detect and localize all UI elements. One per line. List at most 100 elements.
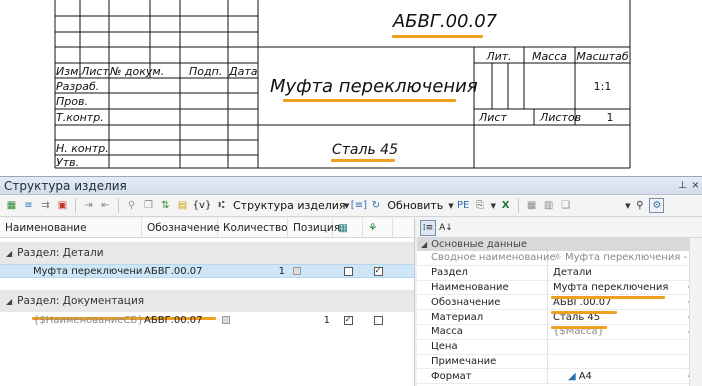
pin-icon[interactable]: ⊥ bbox=[676, 180, 689, 191]
lock-icon bbox=[222, 316, 230, 324]
properties-scrollbar[interactable] bbox=[689, 238, 702, 386]
property-row[interactable]: Наименование Муфта переключения✓ bbox=[417, 280, 702, 296]
property-name: Наименование bbox=[417, 280, 548, 295]
scale-value: 1:1 bbox=[593, 80, 612, 93]
report-icon[interactable]: PE bbox=[456, 198, 471, 213]
drawing-part-name: Муфта переключения bbox=[270, 76, 478, 97]
header-izm: Изм. bbox=[56, 65, 82, 78]
indent-icon[interactable]: ⇥ bbox=[81, 198, 96, 213]
outdent-icon[interactable]: ⇤ bbox=[98, 198, 113, 213]
row-quantity[interactable] bbox=[218, 313, 288, 327]
move-icon[interactable]: ⇉ bbox=[38, 198, 53, 213]
mass-label: Масса bbox=[531, 50, 568, 63]
table-row[interactable]: Муфта переключения ✓ АБВГ.00.07 ✓ 1 ✓ bbox=[0, 264, 414, 278]
structure-view-select[interactable]: Структура изделия bbox=[231, 199, 346, 212]
columns-icon[interactable]: ▥ bbox=[541, 198, 556, 213]
column-header-tree-icon[interactable]: ⚘ bbox=[363, 218, 393, 237]
row-name-text: Муфта переключения bbox=[33, 265, 142, 277]
collapse-icon[interactable]: ◢ bbox=[6, 249, 12, 258]
grid-icon[interactable]: ▦ bbox=[524, 198, 539, 213]
collapse-icon[interactable]: ◢ bbox=[6, 297, 12, 306]
property-row[interactable]: Цена bbox=[417, 339, 702, 355]
chevron-down-icon[interactable]: ▼ bbox=[448, 202, 453, 210]
property-name: Примечание bbox=[417, 354, 548, 369]
property-value[interactable]: ☼ Муфта переключения - / bbox=[548, 251, 702, 265]
layers-icon[interactable]: ❏ bbox=[558, 198, 573, 213]
chevron-down-icon[interactable]: ▼ bbox=[491, 202, 496, 210]
property-row[interactable]: Формат ◢A4✓ bbox=[417, 369, 702, 385]
row-designation-text: АБВГ.00.07 bbox=[144, 265, 203, 277]
close-icon[interactable]: × bbox=[689, 180, 702, 191]
material-value-highlight bbox=[551, 326, 607, 329]
property-name: Обозначение bbox=[417, 295, 548, 310]
sheets-label: Листов bbox=[540, 111, 582, 124]
toolbar-separator bbox=[118, 198, 119, 213]
settings-icon[interactable]: ⚙ bbox=[649, 198, 665, 213]
row-name-text: {$НаименованиеСБ} bbox=[33, 314, 142, 326]
material-highlight bbox=[331, 159, 395, 162]
refresh-button[interactable]: Обновить bbox=[385, 199, 445, 212]
row-position[interactable] bbox=[288, 265, 333, 277]
checkbox-unchecked[interactable] bbox=[343, 266, 353, 276]
row-quantity[interactable]: 1 bbox=[218, 265, 288, 277]
copy-icon[interactable]: ❐ bbox=[141, 198, 156, 213]
link-icon[interactable]: ⚲ bbox=[124, 198, 139, 213]
properties-toolbar: ⁞≡ A↓ bbox=[417, 218, 702, 238]
variables-icon[interactable]: {v} bbox=[192, 198, 212, 213]
insert-row-icon[interactable]: ≡ bbox=[21, 198, 36, 213]
group-documentation[interactable]: ◢ Раздел: Документация bbox=[0, 290, 414, 312]
excel-icon[interactable]: X bbox=[498, 198, 513, 213]
checkbox-unchecked[interactable] bbox=[373, 315, 383, 325]
column-header-designation[interactable]: Обозначение bbox=[142, 218, 220, 237]
toolbar-separator bbox=[518, 198, 520, 213]
column-header-position[interactable]: Позиция bbox=[288, 218, 340, 237]
role-checker: Пров. bbox=[56, 95, 88, 108]
property-name: Материал bbox=[417, 310, 548, 324]
column-header-spec-icon[interactable]: ▦ bbox=[333, 218, 363, 237]
panel-title: Структура изделия bbox=[4, 178, 127, 193]
table-view-icon[interactable]: [≡] bbox=[351, 198, 367, 213]
row-position[interactable]: 1 bbox=[288, 313, 333, 327]
chevron-down-icon[interactable]: ▼ bbox=[344, 202, 349, 210]
property-value[interactable]: Детали bbox=[548, 266, 702, 280]
delete-icon[interactable]: ▣ bbox=[55, 198, 70, 213]
structure-icon[interactable]: ⑆ bbox=[214, 198, 229, 213]
property-name: Сводное наименование bbox=[417, 251, 556, 265]
header-doc: № докум. bbox=[110, 65, 165, 78]
property-row[interactable]: Примечание bbox=[417, 354, 702, 370]
export-icon[interactable]: ⎘ bbox=[473, 198, 488, 213]
column-header-quantity[interactable]: Количество bbox=[218, 218, 288, 237]
chevron-down-icon[interactable]: ▼ bbox=[625, 202, 630, 210]
row-checkbox-1[interactable] bbox=[333, 265, 363, 277]
property-name: Формат bbox=[417, 369, 548, 384]
property-value[interactable] bbox=[548, 340, 702, 354]
column-header-name[interactable]: Наименование bbox=[0, 218, 142, 237]
table-row[interactable]: {$НаименованиеСБ} ✓ АБВГ.00.07 ✓ 1 ✓ bbox=[0, 313, 414, 327]
property-row[interactable]: Раздел Детали bbox=[417, 265, 702, 281]
designation-highlight bbox=[392, 35, 483, 38]
property-row[interactable]: Сводное наименование ☼ Муфта переключения… bbox=[417, 251, 702, 266]
property-value[interactable] bbox=[548, 355, 702, 369]
sort-az-icon[interactable]: A↓ bbox=[438, 220, 454, 236]
row-checkbox-2[interactable]: ✓ bbox=[363, 265, 393, 277]
designation-value-highlight bbox=[551, 311, 617, 314]
name-value-highlight bbox=[551, 296, 665, 299]
group-details[interactable]: ◢ Раздел: Детали bbox=[0, 242, 414, 264]
row-name: {$НаименованиеСБ} ✓ bbox=[0, 313, 142, 327]
row-checkbox-1[interactable]: ✓ bbox=[333, 313, 363, 327]
checkbox-checked[interactable]: ✓ bbox=[373, 266, 383, 276]
search-icon[interactable]: ⚲ bbox=[632, 198, 647, 213]
add-object-icon[interactable]: ▦ bbox=[4, 198, 19, 213]
property-value[interactable]: ◢A4✓ bbox=[548, 369, 702, 383]
checkbox-checked[interactable]: ✓ bbox=[343, 315, 353, 325]
categorized-view-icon[interactable]: ⁞≡ bbox=[420, 219, 436, 236]
properties-section[interactable]: ◢ Основные данные bbox=[417, 238, 702, 251]
property-value[interactable]: Муфта переключения✓ bbox=[548, 281, 702, 295]
row-checkbox-2[interactable] bbox=[363, 313, 393, 327]
collapse-icon[interactable]: ◢ bbox=[421, 240, 427, 249]
sort-icon[interactable]: ⇅ bbox=[158, 198, 173, 213]
refresh-icon[interactable]: ↻ bbox=[368, 198, 383, 213]
note-icon[interactable]: ▤ bbox=[175, 198, 190, 213]
format-icon: ◢ bbox=[568, 370, 576, 382]
structure-grid: Наименование Обозначение Количество Пози… bbox=[0, 218, 415, 386]
